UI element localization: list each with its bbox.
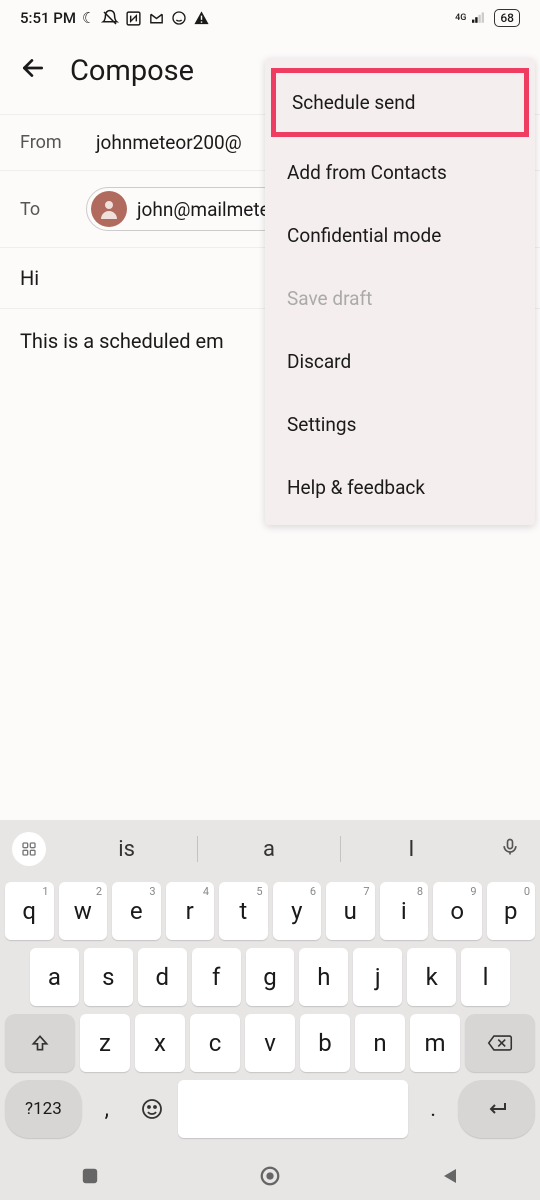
key-a[interactable]: a [30,948,79,1006]
key-j[interactable]: j [353,948,402,1006]
key-x[interactable]: x [135,1014,185,1072]
space-key[interactable] [178,1080,408,1138]
key-m[interactable]: m [410,1014,460,1072]
key-g[interactable]: g [246,948,295,1006]
warning-icon [193,10,210,27]
status-bar: 5:51 PM ☾ 4G 68 [0,0,540,36]
key-o[interactable]: o9 [433,882,482,940]
key-z[interactable]: z [80,1014,130,1072]
shift-key[interactable] [5,1014,75,1072]
signal-icon [472,11,488,25]
body-text: This is a scheduled em [20,329,224,353]
key-b[interactable]: b [300,1014,350,1072]
battery-indicator: 68 [494,9,520,27]
recents-button[interactable] [70,1156,110,1196]
mic-icon[interactable] [492,837,528,862]
backspace-key[interactable] [465,1014,535,1072]
recipient-chip[interactable]: john@mailmete [86,187,285,231]
android-nav-bar [0,1152,540,1200]
from-value: johnmeteor200@ [96,131,242,154]
key-row-4: ?123 , . [0,1076,540,1142]
to-label: To [20,199,66,220]
status-time: 5:51 PM [20,9,76,27]
status-left: 5:51 PM ☾ [20,9,210,27]
circle-icon [171,10,187,26]
key-f[interactable]: f [192,948,241,1006]
key-v[interactable]: v [245,1014,295,1072]
overflow-menu: Schedule send Add from Contacts Confiden… [265,58,535,525]
menu-help-feedback[interactable]: Help & feedback [265,456,535,519]
suggestion-1[interactable]: is [56,837,197,862]
app-picker-icon[interactable] [12,832,46,866]
mute-icon [101,9,119,27]
back-button[interactable] [430,1156,470,1196]
back-arrow-icon[interactable] [20,55,46,88]
comma-key[interactable]: , [87,1080,127,1138]
subject-value: Hi [20,266,39,290]
key-d[interactable]: d [138,948,187,1006]
menu-add-from-contacts[interactable]: Add from Contacts [265,141,535,204]
key-q[interactable]: q1 [5,882,54,940]
key-y[interactable]: y6 [273,882,322,940]
key-w[interactable]: w2 [59,882,108,940]
page-title: Compose [70,54,194,88]
keyboard: is a I q1 w2 e3 r4 t5 y6 u7 i8 o9 p0 a s… [0,820,540,1200]
recipient-email: john@mailmete [137,198,270,221]
key-u[interactable]: u7 [326,882,375,940]
suggestion-bar: is a I [0,820,540,878]
key-l[interactable]: l [461,948,510,1006]
status-right: 4G 68 [455,9,520,27]
menu-schedule-send[interactable]: Schedule send [271,68,529,137]
key-k[interactable]: k [407,948,456,1006]
network-label: 4G [455,14,466,23]
period-key[interactable]: . [413,1080,453,1138]
key-r[interactable]: r4 [166,882,215,940]
menu-discard[interactable]: Discard [265,330,535,393]
enter-key[interactable] [458,1080,535,1138]
key-row-1: q1 w2 e3 r4 t5 y6 u7 i8 o9 p0 [0,878,540,944]
menu-save-draft: Save draft [265,267,535,330]
from-label: From [20,132,66,153]
key-n[interactable]: n [355,1014,405,1072]
suggestion-2[interactable]: a [198,837,339,862]
nfc-icon [125,10,142,27]
avatar [91,191,127,227]
menu-confidential-mode[interactable]: Confidential mode [265,204,535,267]
moon-icon: ☾ [82,9,95,27]
menu-settings[interactable]: Settings [265,393,535,456]
key-c[interactable]: c [190,1014,240,1072]
key-row-2: a s d f g h j k l [0,944,540,1010]
key-p[interactable]: p0 [487,882,536,940]
emoji-key[interactable] [132,1080,173,1138]
key-h[interactable]: h [299,948,348,1006]
key-t[interactable]: t5 [219,882,268,940]
key-s[interactable]: s [84,948,133,1006]
suggestion-3[interactable]: I [341,837,482,862]
key-i[interactable]: i8 [380,882,429,940]
symbols-key[interactable]: ?123 [5,1080,82,1138]
key-e[interactable]: e3 [112,882,161,940]
key-row-3: z x c v b n m [0,1010,540,1076]
gmail-icon [148,10,165,27]
home-button[interactable] [250,1156,290,1196]
